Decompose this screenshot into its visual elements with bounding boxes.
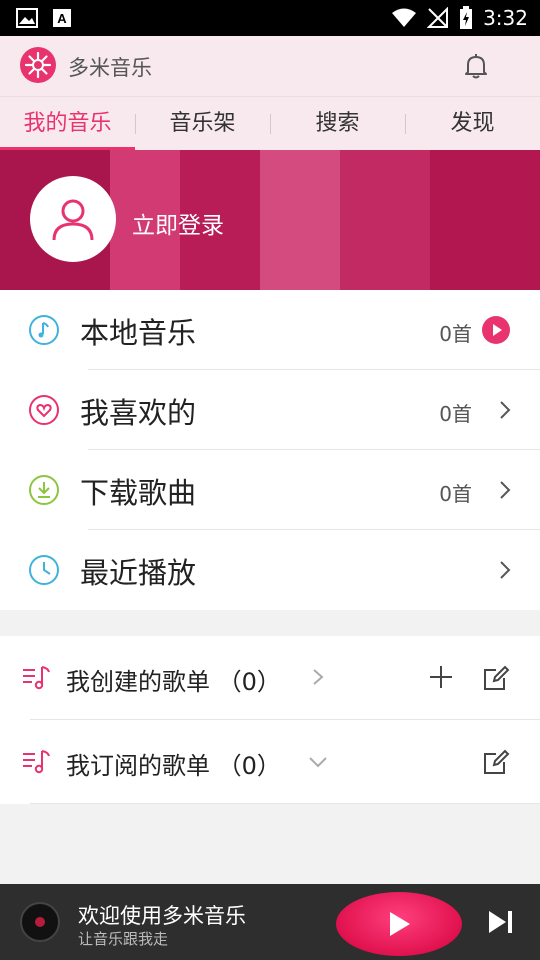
edit-icon[interactable] — [482, 748, 510, 776]
banner-album-art — [430, 150, 540, 290]
tab-search[interactable]: 搜索 — [270, 97, 405, 151]
song-count: 0首 — [439, 322, 472, 346]
chevron-right-icon — [500, 401, 511, 419]
menu-downloads[interactable]: 下载歌曲 0首 — [0, 450, 540, 530]
login-link[interactable]: 立即登录 — [132, 206, 224, 240]
notification-bell-icon[interactable] — [462, 52, 490, 84]
play-icon — [390, 912, 410, 936]
chevron-down-icon[interactable] — [308, 756, 328, 768]
battery-charging-icon — [460, 6, 473, 29]
playlist-label: 我创建的歌单 （0） — [66, 668, 281, 696]
next-track-icon[interactable] — [486, 908, 516, 936]
banner-album-art — [260, 150, 340, 290]
chevron-right-icon — [500, 481, 511, 499]
mini-player: 欢迎使用多米音乐 让音乐跟我走 — [0, 884, 540, 960]
tab-discover[interactable]: 发现 — [405, 97, 540, 151]
player-subtitle: 让音乐跟我走 — [78, 930, 169, 948]
divider — [30, 803, 540, 804]
duomi-logo-icon — [20, 47, 56, 83]
add-icon[interactable] — [428, 664, 454, 690]
my-created-playlists[interactable]: 我创建的歌单 （0） — [0, 636, 540, 720]
download-icon — [29, 475, 59, 505]
edit-icon[interactable] — [482, 664, 510, 692]
app-title: 多米音乐 — [68, 56, 152, 80]
banner-album-art — [340, 150, 430, 290]
my-subscribed-playlists[interactable]: 我订阅的歌单 （0） — [0, 720, 540, 804]
playlist-icon — [23, 666, 50, 690]
clock-icon — [29, 555, 59, 585]
song-count: 0首 — [439, 482, 472, 506]
svg-text:A: A — [57, 11, 67, 26]
app-header: 多米音乐 — [0, 36, 540, 96]
menu-local-music[interactable]: 本地音乐 0首 — [0, 290, 540, 370]
play-icon[interactable] — [482, 316, 510, 344]
wifi-icon — [392, 8, 417, 27]
menu-label: 本地音乐 — [80, 316, 197, 350]
status-bar: A 3:32 — [0, 0, 540, 36]
avatar[interactable] — [30, 176, 116, 262]
menu-recently-played[interactable]: 最近播放 — [0, 530, 540, 610]
tab-music-shelf[interactable]: 音乐架 — [135, 97, 270, 151]
player-title: 欢迎使用多米音乐 — [78, 904, 246, 928]
menu-favorites[interactable]: 我喜欢的 0首 — [0, 370, 540, 450]
song-count: 0首 — [439, 402, 472, 426]
tab-bar: 我的音乐 音乐架 搜索 发现 — [0, 96, 540, 151]
my-music-list: 本地音乐 0首 我喜欢的 0首 下载歌曲 0首 最近播放 — [0, 290, 540, 610]
music-note-icon — [29, 315, 59, 345]
no-signal-icon — [427, 7, 449, 28]
font-notification-icon: A — [53, 9, 71, 27]
playlist-section: 我创建的歌单 （0） 我订阅的歌单 （0） — [0, 636, 540, 804]
album-disc-icon[interactable] — [20, 902, 60, 942]
chevron-right-icon — [500, 561, 511, 579]
tab-my-music[interactable]: 我的音乐 — [0, 97, 135, 151]
menu-label: 下载歌曲 — [80, 476, 197, 510]
playlist-icon — [23, 750, 50, 774]
user-icon — [52, 199, 94, 241]
clock-time: 3:32 — [483, 6, 528, 30]
chevron-right-icon[interactable] — [312, 668, 324, 686]
heart-icon — [29, 395, 59, 425]
playlist-label: 我订阅的歌单 （0） — [66, 752, 281, 780]
menu-label: 我喜欢的 — [80, 396, 197, 430]
play-button[interactable] — [336, 892, 462, 956]
image-notification-icon — [16, 8, 38, 28]
login-banner: 立即登录 — [0, 150, 540, 290]
menu-label: 最近播放 — [80, 556, 197, 590]
